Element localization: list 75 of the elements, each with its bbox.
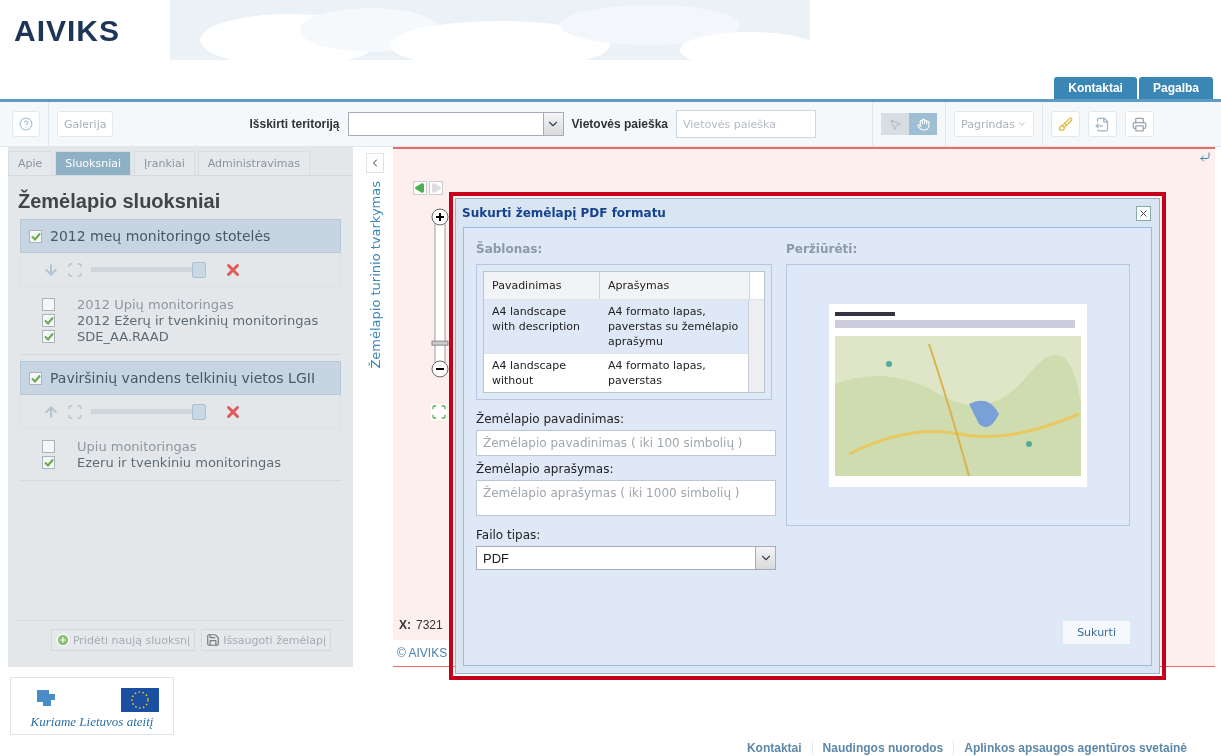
arrow-up-icon[interactable] <box>43 403 59 420</box>
scrollbar[interactable] <box>748 300 764 392</box>
save-layer-button[interactable]: Išsaugoti žemėlapį <box>201 629 331 651</box>
hand-tool-button[interactable] <box>909 113 938 135</box>
arrow-down-icon[interactable] <box>43 261 59 278</box>
print-button[interactable] <box>1124 111 1154 137</box>
collapse-button[interactable] <box>366 153 384 173</box>
back-icon[interactable] <box>413 181 427 195</box>
layer-group-header[interactable]: Paviršinių vandens telkinių vietos LGII <box>20 361 341 395</box>
help-button[interactable] <box>12 111 40 137</box>
footer-link[interactable]: Kontaktai <box>736 741 802 755</box>
extent-icon[interactable] <box>67 261 83 278</box>
caret-icon <box>1016 119 1027 129</box>
file-type-select[interactable]: PDF <box>476 546 776 570</box>
checkbox[interactable] <box>29 229 42 243</box>
territory-label: Išskirti teritoriją <box>249 117 340 131</box>
gallery-button[interactable]: Galerija <box>57 111 114 137</box>
pointer-tool-button[interactable] <box>881 113 910 135</box>
field-label: Failo tipas: <box>476 528 542 542</box>
basemap-button[interactable]: Pagrindas <box>954 111 1034 137</box>
checkbox[interactable] <box>42 298 55 311</box>
panel-tab[interactable]: Administravimas <box>197 151 310 175</box>
layer-name: 2012 Ežerų ir tvenkinių monitoringas <box>77 313 319 328</box>
header-link[interactable]: Pagalba <box>1138 77 1213 99</box>
file-export-icon <box>1094 116 1110 132</box>
collapse-icon[interactable] <box>1199 151 1211 163</box>
column-header: Pavadinimas <box>484 272 600 299</box>
footer-link[interactable]: Naudingos nuorodos <box>811 741 944 755</box>
coordinate-label: X: <box>399 618 411 632</box>
checkbox[interactable] <box>42 314 55 327</box>
help-icon <box>19 117 33 131</box>
export-button[interactable] <box>1087 111 1117 137</box>
section-label: Šablonas: <box>476 242 544 256</box>
search-field[interactable]: Vietovės paieška <box>676 110 817 138</box>
input-field[interactable]: Žemėlapio pavadinimas ( iki 100 simbolių ) <box>476 430 776 456</box>
checkbox[interactable] <box>42 456 55 469</box>
field-label: Žemėlapio pavadinimas: <box>476 412 626 426</box>
slogan: Kuriame Lietuvos ateitį <box>30 714 154 730</box>
strip-label: Žemėlapio turinio tvarkymas <box>367 181 383 369</box>
checkbox[interactable] <box>42 330 55 343</box>
footer-link[interactable]: Aplinkos apsaugos agentūros svetainė <box>953 741 1187 755</box>
logo: AIVIKS <box>14 14 121 48</box>
dialog-title: Sukurti žemėlapį PDF formatu <box>462 206 666 220</box>
full-extent-icon[interactable] <box>431 404 447 420</box>
plus-icon <box>55 633 70 647</box>
text-area[interactable]: Žemėlapio aprašymas ( iki 1000 simbolių ) <box>476 480 776 516</box>
coordinate-value: 7321 <box>416 618 443 632</box>
layer-name: Upiu monitoringas <box>77 439 197 454</box>
search-label: Vietovės paieška <box>571 117 669 131</box>
zoom-slider[interactable] <box>430 207 450 379</box>
forward-icon[interactable] <box>429 181 443 195</box>
panel-tab[interactable]: Sluoksniai <box>55 151 131 175</box>
layer-name: Ezeru ir tvenkiniu monitoringas <box>77 455 281 470</box>
layer-group-header[interactable]: 2012 meų monitoringo stotelės <box>20 219 341 253</box>
print-icon <box>1131 116 1147 132</box>
section-label: Peržiūrėti: <box>786 242 859 256</box>
column-header: Aprašymas <box>600 272 750 299</box>
panel-tab[interactable]: Įrankiai <box>134 151 195 175</box>
territory-select[interactable] <box>347 112 564 136</box>
layer-name: SDE_AA.RAAD <box>77 329 169 344</box>
panel-title: Žemėlapio sluoksniai <box>17 188 222 214</box>
close-button[interactable] <box>1136 205 1151 221</box>
close-icon <box>1138 207 1149 219</box>
hand-icon <box>916 117 930 131</box>
clear-button[interactable] <box>1050 111 1080 137</box>
extent-icon[interactable] <box>67 403 83 420</box>
checkbox[interactable] <box>42 440 55 453</box>
brush-icon <box>1057 116 1073 132</box>
pointer-icon <box>888 117 902 131</box>
layer-name: 2012 Upių monitoringas <box>77 297 234 312</box>
checkbox[interactable] <box>29 371 42 385</box>
create-button[interactable]: Sukurti <box>1062 620 1131 645</box>
panel-tab[interactable]: Apie <box>8 151 53 175</box>
field-label: Žemėlapio aprašymas: <box>476 462 615 476</box>
header-link[interactable]: Kontaktai <box>1054 77 1137 99</box>
